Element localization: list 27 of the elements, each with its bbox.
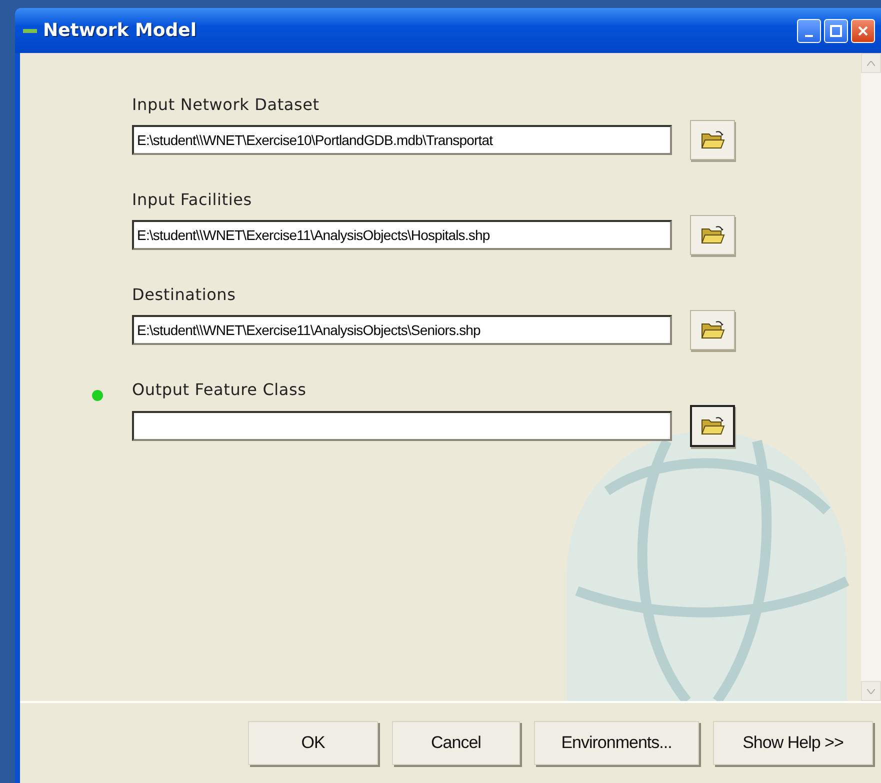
window-title: Network Model — [43, 20, 198, 41]
maximize-button[interactable] — [824, 18, 848, 42]
browse-button[interactable] — [690, 215, 735, 255]
path-input[interactable]: E:\student\\WNET\Exercise10\PortlandGDB.mdb\Transportat — [132, 125, 672, 155]
path-input[interactable] — [132, 411, 672, 441]
dialog-button[interactable]: Show Help >> — [713, 721, 873, 765]
browse-button[interactable] — [690, 120, 735, 160]
path-input[interactable]: E:\student\\WNET\Exercise11\AnalysisObjects\Seniors.shp — [132, 315, 672, 345]
minimize-icon — [805, 34, 813, 36]
close-button[interactable] — [851, 18, 875, 42]
browse-button[interactable] — [690, 310, 735, 350]
path-input[interactable]: E:\student\\WNET\Exercise11\AnalysisObjects\Hospitals.shp — [132, 220, 672, 250]
folder-icon — [700, 225, 724, 245]
dialog-button[interactable]: Environments... — [534, 721, 699, 765]
browse-button[interactable] — [690, 405, 735, 447]
parameter-label: Output Feature Class — [132, 380, 308, 399]
minimize-button[interactable] — [797, 18, 821, 42]
parameter-label: Destinations — [132, 285, 237, 304]
parameter-label: Input Network Dataset — [132, 95, 320, 114]
dialog-button[interactable]: OK — [248, 721, 378, 765]
folder-icon — [700, 320, 724, 340]
maximize-icon — [830, 24, 842, 36]
folder-icon — [700, 416, 724, 436]
parameter-label: Input Facilities — [132, 190, 253, 209]
dialog-button[interactable]: Cancel — [392, 721, 520, 765]
folder-icon — [700, 130, 724, 150]
close-icon — [857, 24, 869, 36]
